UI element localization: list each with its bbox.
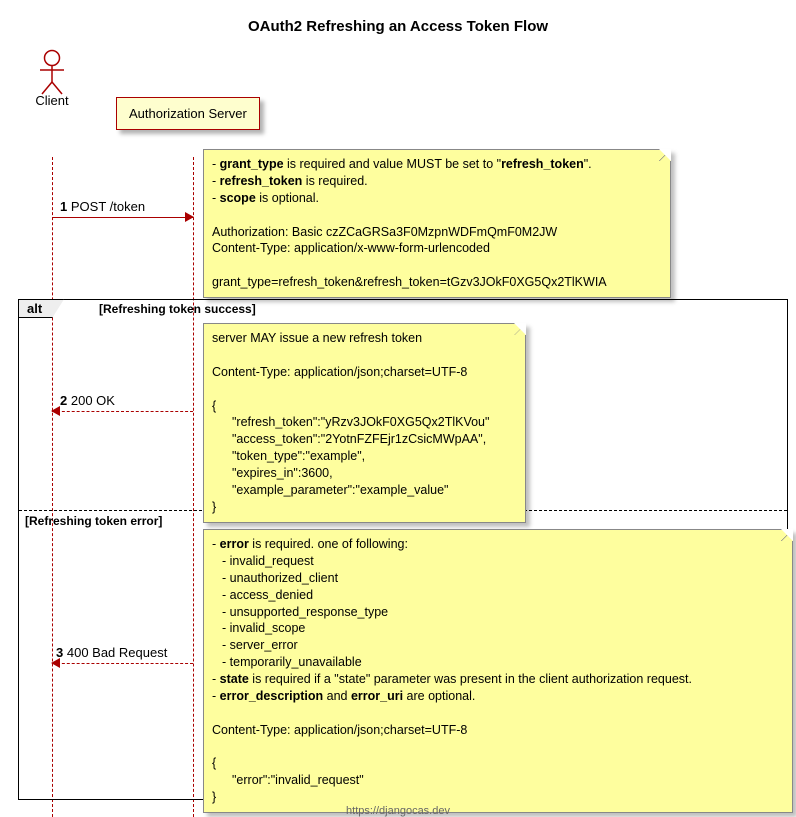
note-success-response: server MAY issue a new refresh token Con… bbox=[203, 323, 526, 523]
message-label-2: 2 200 OK bbox=[60, 393, 115, 408]
diagram-title: OAuth2 Refreshing an Access Token Flow bbox=[10, 18, 786, 35]
note-error-response: - error is required. one of following: -… bbox=[203, 529, 793, 813]
message-label-1: 1 POST /token bbox=[60, 199, 145, 214]
actor-label: Client bbox=[30, 93, 74, 108]
message-label-3: 3 400 Bad Request bbox=[56, 645, 167, 660]
sequence-diagram: Client Authorization Server - grant_type… bbox=[10, 49, 786, 799]
participant-auth-server: Authorization Server bbox=[116, 97, 260, 130]
alt-tag: alt bbox=[18, 299, 64, 318]
stick-figure-icon bbox=[36, 49, 68, 95]
alt-condition-error: [Refreshing token error] bbox=[25, 514, 162, 528]
note-request: - grant_type is required and value MUST … bbox=[203, 149, 671, 298]
alt-condition-success: [Refreshing token success] bbox=[99, 302, 256, 316]
actor-client: Client bbox=[30, 49, 74, 108]
